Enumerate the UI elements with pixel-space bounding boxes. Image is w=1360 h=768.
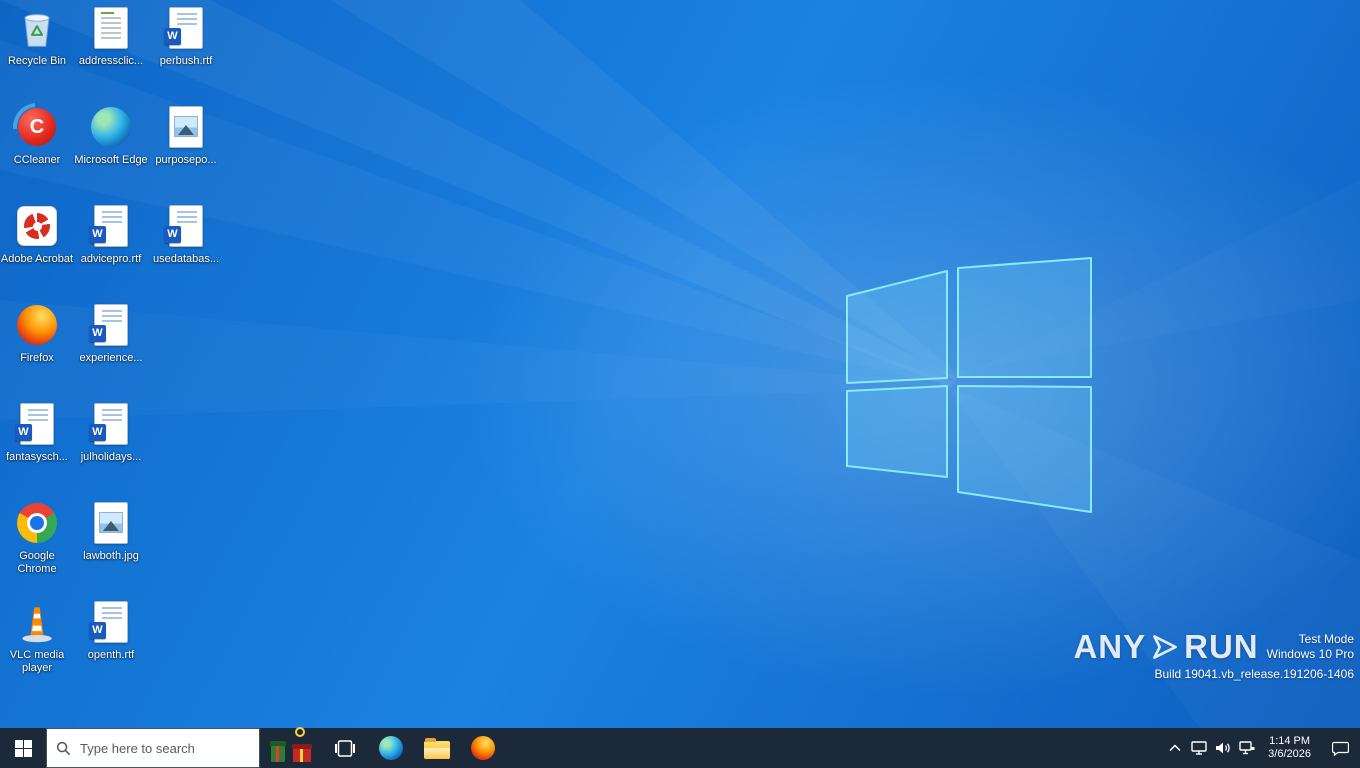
desktop-icon-label: Firefox <box>20 352 54 364</box>
desktop-icon-firefox[interactable]: Firefox <box>0 301 74 397</box>
word-document-icon <box>89 403 128 445</box>
image-file-icon <box>94 502 128 544</box>
desktop-icon-recycle-bin[interactable]: Recycle Bin <box>0 4 74 100</box>
task-view-icon <box>335 739 355 757</box>
desktop-icon-label: VLC media player <box>9 649 65 674</box>
word-document-icon <box>164 7 203 49</box>
desktop-icon-label: fantasysch... <box>6 451 68 463</box>
watermark-windows-edition: Windows 10 Pro <box>1266 647 1354 661</box>
anyrun-logo-run: RUN <box>1184 628 1259 665</box>
taskbar-file-explorer-button[interactable] <box>414 728 460 768</box>
display-icon <box>1191 741 1207 755</box>
file-explorer-icon <box>424 737 450 759</box>
taskbar-edge-button[interactable] <box>368 728 414 768</box>
word-document-icon <box>89 601 128 643</box>
desktop-icon-label: Adobe Acrobat <box>0 253 74 265</box>
desktop-icon-label: lawboth.jpg <box>83 550 139 562</box>
network-button[interactable] <box>1235 728 1259 768</box>
desktop-icon-usedatabas[interactable]: usedatabas... <box>149 202 223 298</box>
chevron-up-icon <box>1169 744 1181 752</box>
speaker-icon <box>1216 742 1230 754</box>
taskbar-firefox-button[interactable] <box>460 728 506 768</box>
start-button[interactable] <box>0 728 46 768</box>
desktop-icon-label: openth.rtf <box>87 649 135 661</box>
action-center-icon <box>1331 741 1349 756</box>
action-center-button[interactable] <box>1320 728 1360 768</box>
watermark-build: Build 19041.vb_release.191206-1406 <box>1154 667 1355 681</box>
image-file-icon <box>169 106 203 148</box>
anyrun-logo-any: ANY <box>1073 628 1147 665</box>
desktop-icon-label: Microsoft Edge <box>74 154 148 166</box>
desktop-icon-adobe-acrobat[interactable]: Adobe Acrobat <box>0 202 74 298</box>
hidden-icons-button[interactable] <box>1163 728 1187 768</box>
firefox-icon <box>471 736 495 760</box>
ccleaner-icon <box>18 108 56 146</box>
clock-date: 3/6/2026 <box>1268 748 1311 760</box>
ethernet-network-icon <box>1239 741 1255 755</box>
desktop-icon-julholidays[interactable]: julholidays... <box>74 400 148 496</box>
search-input[interactable] <box>78 739 232 757</box>
desktop-icon-perbush[interactable]: perbush.rtf <box>149 4 223 100</box>
edge-icon <box>91 107 131 147</box>
desktop-icon-addressclic[interactable]: addressclic... <box>74 4 148 100</box>
desktop-icon-label: Google Chrome <box>17 550 57 575</box>
tray-display-button[interactable] <box>1187 728 1211 768</box>
chrome-icon <box>17 503 57 543</box>
desktop-icon-label: CCleaner <box>13 154 61 166</box>
recycle-bin-icon <box>13 4 61 52</box>
desktop-icon-microsoft-edge[interactable]: Microsoft Edge <box>74 103 148 199</box>
desktop-icon-fantasysch[interactable]: fantasysch... <box>0 400 74 496</box>
search-icon <box>56 741 71 755</box>
firefox-icon <box>17 305 57 345</box>
acrobat-icon <box>17 206 57 246</box>
word-document-icon <box>89 205 128 247</box>
desktop-icon-experience[interactable]: experience... <box>74 301 148 397</box>
desktop-icon-label: experience... <box>79 352 143 364</box>
desktop-icon-label: perbush.rtf <box>159 55 213 67</box>
watermark-test-mode: Test Mode <box>1298 632 1354 646</box>
desktop-icon-label: usedatabas... <box>152 253 220 265</box>
desktop-icon-ccleaner[interactable]: CCleaner <box>0 103 74 199</box>
taskbar: 1:14 PM 3/6/2026 <box>0 726 1360 768</box>
anyrun-play-icon <box>1153 635 1178 659</box>
anyrun-logo: ANY RUN <box>1073 628 1258 666</box>
desktop-icon-label: advicepro.rtf <box>80 253 142 265</box>
text-document-icon <box>94 7 128 49</box>
desktop-icon-google-chrome[interactable]: Google Chrome <box>0 499 74 595</box>
windows-start-icon <box>14 739 32 757</box>
clock-time: 1:14 PM <box>1269 735 1311 747</box>
task-view-button[interactable] <box>322 728 368 768</box>
desktop-icon-label: purposepo... <box>155 154 217 166</box>
desktop: Recycle Bin CCleaner Adobe Acrobat Firef… <box>0 0 1360 728</box>
desktop-icon-vlc[interactable]: VLC media player <box>0 598 74 694</box>
desktop-icon-advicepro[interactable]: advicepro.rtf <box>74 202 148 298</box>
taskbar-search[interactable] <box>46 728 260 768</box>
gifts-icon <box>270 726 312 762</box>
desktop-icon-purposepo[interactable]: purposepo... <box>149 103 223 199</box>
desktop-icon-openth[interactable]: openth.rtf <box>74 598 148 694</box>
word-document-icon <box>89 304 128 346</box>
desktop-icon-lawboth[interactable]: lawboth.jpg <box>74 499 148 595</box>
system-tray: 1:14 PM 3/6/2026 <box>1163 728 1360 768</box>
word-document-icon <box>164 205 203 247</box>
volume-button[interactable] <box>1211 728 1235 768</box>
taskbar-pinned-gifts[interactable] <box>260 726 322 768</box>
desktop-icon-label: addressclic... <box>78 55 144 67</box>
edge-icon <box>379 736 403 760</box>
desktop-icon-label: Recycle Bin <box>7 55 67 67</box>
word-document-icon <box>15 403 54 445</box>
vlc-icon <box>13 598 61 646</box>
desktop-icon-label: julholidays... <box>80 451 142 463</box>
anyrun-watermark: ANY RUN Test Mode Windows 10 Pro Build 1… <box>1073 628 1354 682</box>
taskbar-clock[interactable]: 1:14 PM 3/6/2026 <box>1259 735 1320 761</box>
